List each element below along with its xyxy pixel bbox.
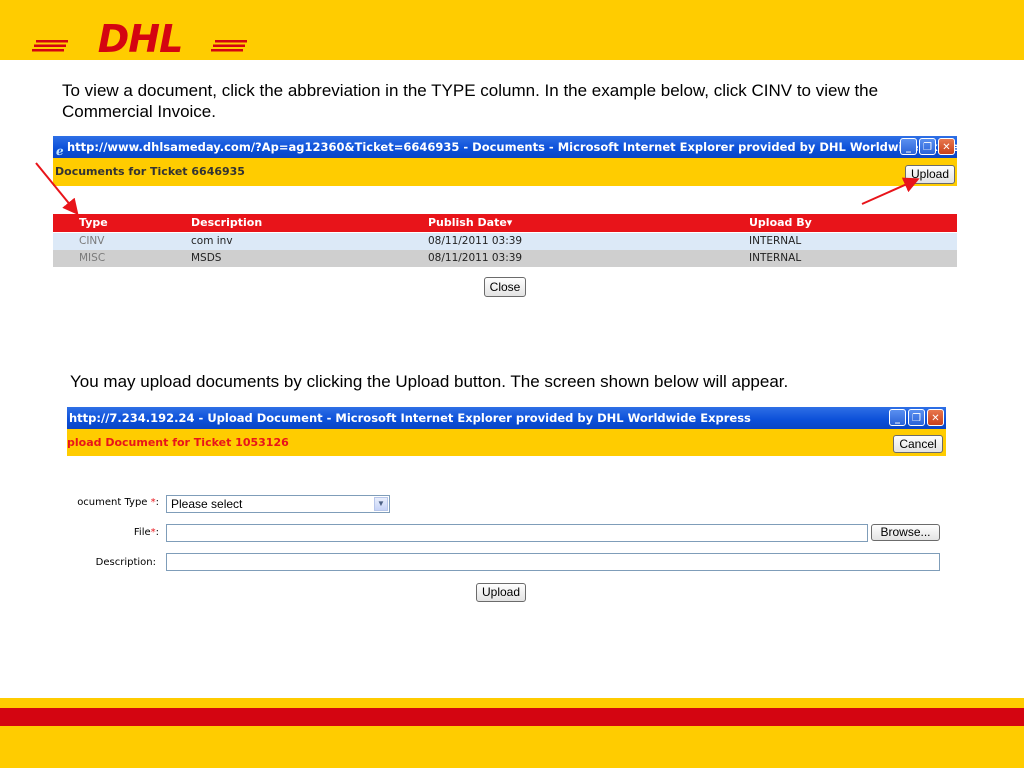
documents-window: ℯ http://www.dhlsameday.com/?Ap=ag12360&… xyxy=(53,136,957,344)
document-type-label: ocument Type *: xyxy=(77,497,159,508)
table-row: CINV com inv 08/11/2011 03:39 INTERNAL xyxy=(53,233,957,250)
row-upload-by: INTERNAL xyxy=(749,235,802,247)
table-row: MISC MSDS 08/11/2011 03:39 INTERNAL xyxy=(53,250,957,267)
cancel-button[interactable]: Cancel xyxy=(893,435,943,453)
instruction-upload: You may upload documents by clicking the… xyxy=(70,372,789,391)
restore-button[interactable]: ❐ xyxy=(919,138,936,155)
documents-header: Documents for Ticket 6646935 xyxy=(53,158,957,186)
footer-band-yellow xyxy=(0,698,1024,708)
close-button[interactable]: Close xyxy=(484,277,526,297)
upload-heading: pload Document for Ticket 1053126 xyxy=(67,436,289,449)
upload-window-titlebar[interactable]: http://7.234.192.24 - Upload Document - … xyxy=(67,407,946,429)
upload-submit-button[interactable]: Upload xyxy=(476,583,526,602)
column-header-type[interactable]: Type xyxy=(79,214,108,232)
footer-band-yellow-bottom xyxy=(0,726,1024,768)
description-label: Description: xyxy=(95,557,156,568)
row-description: com inv xyxy=(191,235,233,247)
column-header-publish-date[interactable]: Publish Date▾ xyxy=(428,214,512,232)
footer-band-red xyxy=(0,708,1024,726)
documents-table-header: Type Description Publish Date▾ Upload By xyxy=(53,214,957,232)
file-input[interactable] xyxy=(166,524,868,542)
upload-header: pload Document for Ticket 1053126 xyxy=(67,429,946,456)
window-title: http://www.dhlsameday.com/?Ap=ag12360&Ti… xyxy=(67,140,957,154)
sort-desc-icon: ▾ xyxy=(506,216,513,229)
close-window-button[interactable]: ✕ xyxy=(927,409,944,426)
window-title: http://7.234.192.24 - Upload Document - … xyxy=(69,411,751,425)
dhl-logo: DHL xyxy=(32,18,247,56)
documents-heading: Documents for Ticket 6646935 xyxy=(55,165,245,178)
minimize-button[interactable]: _ xyxy=(900,138,917,155)
svg-text:DHL: DHL xyxy=(98,18,183,56)
minimize-button[interactable]: _ xyxy=(889,409,906,426)
row-publish-date: 08/11/2011 03:39 xyxy=(428,252,523,264)
type-link-cinv[interactable]: CINV xyxy=(79,233,104,250)
column-header-upload-by[interactable]: Upload By xyxy=(749,214,812,232)
upload-window: http://7.234.192.24 - Upload Document - … xyxy=(67,407,946,607)
row-upload-by: INTERNAL xyxy=(749,252,802,264)
document-type-value: Please select xyxy=(171,497,243,511)
header-bar: DHL xyxy=(0,0,1024,60)
column-header-description[interactable]: Description xyxy=(191,214,262,232)
row-description: MSDS xyxy=(191,252,222,264)
row-publish-date: 08/11/2011 03:39 xyxy=(428,235,523,247)
file-label: File*: xyxy=(133,527,159,538)
document-type-select[interactable]: Please select ▼ xyxy=(166,495,390,513)
description-input[interactable] xyxy=(166,553,940,571)
type-link-misc[interactable]: MISC xyxy=(79,250,105,267)
close-window-button[interactable]: ✕ xyxy=(938,138,955,155)
documents-window-titlebar[interactable]: ℯ http://www.dhlsameday.com/?Ap=ag12360&… xyxy=(53,136,957,158)
instruction-view-document: To view a document, click the abbreviati… xyxy=(62,81,879,121)
chevron-down-icon[interactable]: ▼ xyxy=(374,497,388,511)
upload-button[interactable]: Upload xyxy=(905,165,955,184)
browse-button[interactable]: Browse... xyxy=(871,524,940,541)
restore-button[interactable]: ❐ xyxy=(908,409,925,426)
